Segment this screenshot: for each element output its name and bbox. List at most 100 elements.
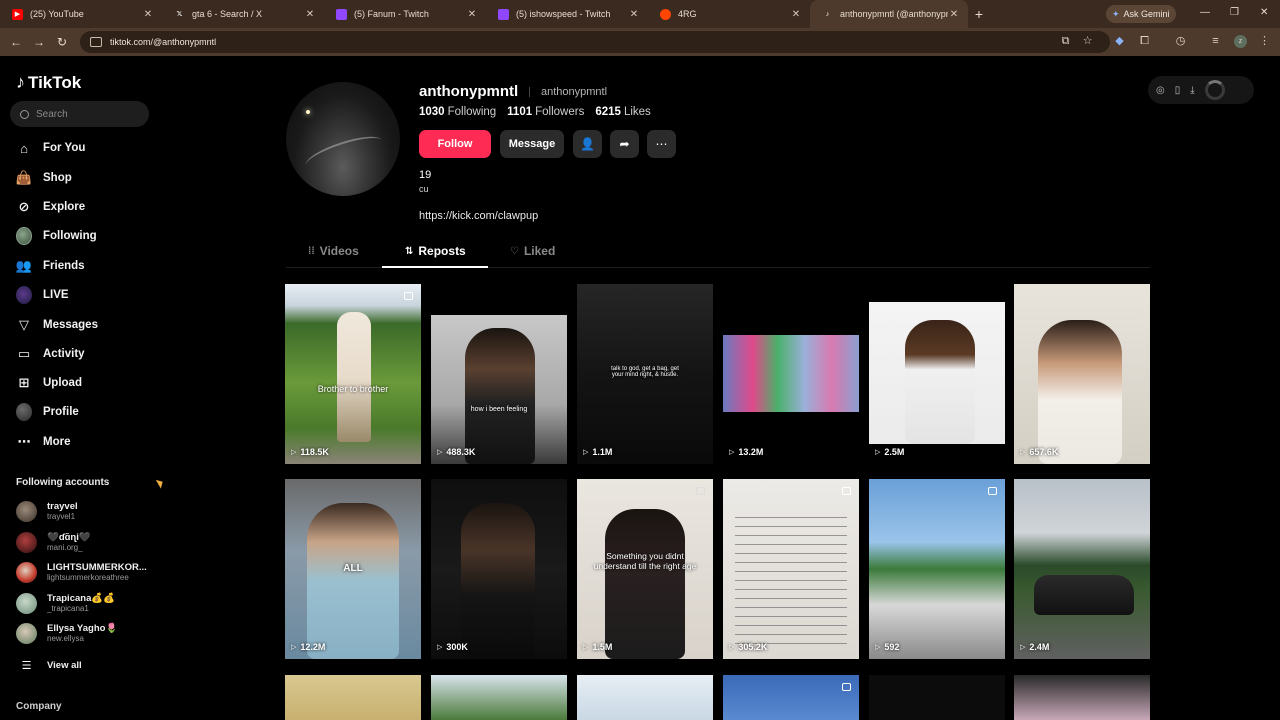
video-tile[interactable]: ▷ 2.5M — [869, 284, 1005, 464]
video-tile[interactable]: ▷ 300K — [431, 479, 567, 659]
tab-reposts[interactable]: ⇅ Reposts — [405, 244, 466, 258]
nav-explore[interactable]: ⊘ Explore — [16, 197, 86, 217]
browser-tab[interactable]: 4RG ✕ — [648, 0, 810, 28]
following-account[interactable]: trayvel trayvel1 — [16, 499, 78, 523]
view-all-button[interactable]: ☰ View all — [16, 653, 82, 677]
nav-more[interactable]: ⋯ More — [16, 432, 71, 452]
install-app-icon[interactable]: ⧉ — [1059, 35, 1072, 48]
video-tile[interactable] — [869, 675, 1005, 720]
video-tile[interactable] — [577, 675, 713, 720]
record-icon[interactable]: ◎ — [1156, 85, 1165, 96]
bio-link[interactable]: https://kick.com/clawpup — [419, 210, 538, 222]
video-tile[interactable]: ▷ 592 — [869, 479, 1005, 659]
pinned-icon — [842, 487, 851, 495]
reload-icon[interactable]: ↻ — [57, 35, 67, 49]
add-friend-button[interactable]: 👤 — [573, 130, 602, 158]
download-icon[interactable]: ⤓ — [1190, 85, 1194, 96]
extension-icon[interactable]: ◆ — [1113, 35, 1126, 48]
ask-gemini-button[interactable]: ✦ Ask Gemini — [1106, 5, 1176, 23]
video-tile[interactable]: talk to god, get a bag, get your mind ri… — [577, 284, 713, 464]
history-icon[interactable]: ◷ — [1174, 35, 1187, 48]
search-input[interactable]: Search — [10, 101, 149, 127]
address-bar[interactable]: tiktok.com/@anthonypmntl — [80, 31, 1110, 53]
message-button[interactable]: Message — [500, 130, 564, 158]
tab-videos[interactable]: ⁞⁞ Videos — [308, 244, 359, 258]
company-link[interactable]: Company — [16, 701, 62, 712]
nav-for-you[interactable]: ⌂ For You — [16, 138, 85, 158]
url-text: tiktok.com/@anthonypmntl — [110, 37, 217, 47]
following-label[interactable]: Following — [448, 106, 497, 118]
video-tile[interactable]: ▷ 657.6K — [1014, 284, 1150, 464]
media-icon[interactable]: ≡ — [1209, 35, 1222, 48]
following-account[interactable]: 🖤ɗɑ̃ɳi🖤 mani.org_ — [16, 530, 91, 554]
menu-kebab-icon[interactable]: ⋮ — [1258, 35, 1271, 48]
nav-messages[interactable]: ▽ Messages — [16, 315, 98, 335]
video-tile[interactable]: ALL ▷ 12.2M — [285, 479, 421, 659]
following-account[interactable]: Trapicana💰💰 _trapicana1 — [16, 591, 115, 615]
browser-tab-active[interactable]: ♪ anthonypmntl (@anthonypmnt ✕ — [810, 0, 968, 28]
new-tab-icon[interactable]: + — [968, 6, 990, 22]
video-tile[interactable]: Something you didnt understand till the … — [577, 479, 713, 659]
browser-tab[interactable]: 𝕏 gta 6 - Search / X ✕ — [162, 0, 324, 28]
video-caption: how i been feeling — [470, 406, 528, 413]
video-tile[interactable]: ▷ 305.2K — [723, 479, 859, 659]
site-info-icon[interactable] — [90, 37, 102, 47]
close-tab-icon[interactable]: ✕ — [628, 9, 640, 20]
close-window-icon[interactable]: ✕ — [1260, 7, 1268, 18]
bookmark-star-icon[interactable]: ☆ — [1081, 35, 1094, 48]
nav-live[interactable]: LIVE — [16, 285, 69, 305]
thumbnail-car — [1034, 575, 1134, 615]
account-handle: lightsummerkoreathree — [47, 572, 129, 582]
tab-title: (25) YouTube — [30, 9, 84, 19]
share-button[interactable]: ➦ — [610, 130, 639, 158]
video-tile[interactable] — [1014, 675, 1150, 720]
bio-line: cu — [419, 184, 429, 194]
close-tab-icon[interactable]: ✕ — [948, 9, 960, 20]
puzzle-extensions-icon[interactable]: ⧠ — [1138, 35, 1151, 48]
video-tile[interactable] — [431, 675, 567, 720]
follow-button[interactable]: Follow — [419, 130, 491, 158]
video-tile[interactable] — [285, 675, 421, 720]
nav-following[interactable]: Following — [16, 226, 97, 246]
more-options-button[interactable]: ⋯ — [647, 130, 676, 158]
nav-label: Explore — [43, 201, 86, 213]
close-tab-icon[interactable]: ✕ — [142, 9, 154, 20]
device-icon[interactable]: ▯ — [1175, 85, 1181, 96]
account-handle: mani.org_ — [47, 542, 83, 552]
restore-icon[interactable]: ❐ — [1230, 7, 1239, 18]
close-tab-icon[interactable]: ✕ — [466, 9, 478, 20]
back-icon[interactable]: ← — [10, 35, 22, 49]
view-count-value: 2.4M — [1029, 642, 1050, 652]
browser-tab[interactable]: (5) Fanum - Twitch ✕ — [324, 0, 486, 28]
minimize-icon[interactable]: — — [1200, 7, 1210, 18]
video-tile[interactable]: ▷ 13.2M — [723, 284, 859, 464]
browser-tab[interactable]: (5) ishowspeed - Twitch ✕ — [486, 0, 648, 28]
tiktok-logo[interactable]: ♪ TikTok — [16, 72, 81, 93]
video-tile[interactable] — [723, 675, 859, 720]
home-icon: ⌂ — [20, 140, 28, 156]
followers-label[interactable]: Followers — [535, 106, 584, 118]
video-tile[interactable]: Brother to brother ▷ 118.5K — [285, 284, 421, 464]
video-tile[interactable]: how i been feeling ▷ 488.3K — [431, 284, 567, 464]
nav-shop[interactable]: 👜 Shop — [16, 168, 72, 188]
avatar — [16, 592, 37, 614]
nav-activity[interactable]: ▭ Activity — [16, 344, 85, 364]
followers-count[interactable]: 1101 — [507, 106, 532, 118]
following-count[interactable]: 1030 — [419, 106, 445, 118]
browser-tab[interactable]: ▶ (25) YouTube ✕ — [0, 0, 162, 28]
video-tile[interactable]: ▷ 2.4M — [1014, 479, 1150, 659]
close-tab-icon[interactable]: ✕ — [304, 9, 316, 20]
profile-avatar-large[interactable] — [286, 82, 400, 196]
following-account[interactable]: Ellysa Yagho🌷 new.ellysa — [16, 621, 117, 645]
tab-liked[interactable]: ♡ Liked — [510, 244, 555, 258]
close-tab-icon[interactable]: ✕ — [790, 9, 802, 20]
nav-profile[interactable]: Profile — [16, 402, 79, 422]
account-avatar-icon[interactable]: z — [1234, 35, 1247, 48]
nav-upload[interactable]: ⊞ Upload — [16, 373, 82, 393]
nav-friends[interactable]: 👥 Friends — [16, 256, 85, 276]
shopping-bag-icon: 👜 — [15, 170, 33, 185]
forward-icon[interactable]: → — [33, 35, 45, 49]
view-count-value: 2.5M — [884, 447, 905, 457]
share-arrow-icon: ➦ — [619, 137, 630, 151]
following-account[interactable]: LIGHTSUMMERKOR... lightsummerkoreathree — [16, 560, 147, 584]
